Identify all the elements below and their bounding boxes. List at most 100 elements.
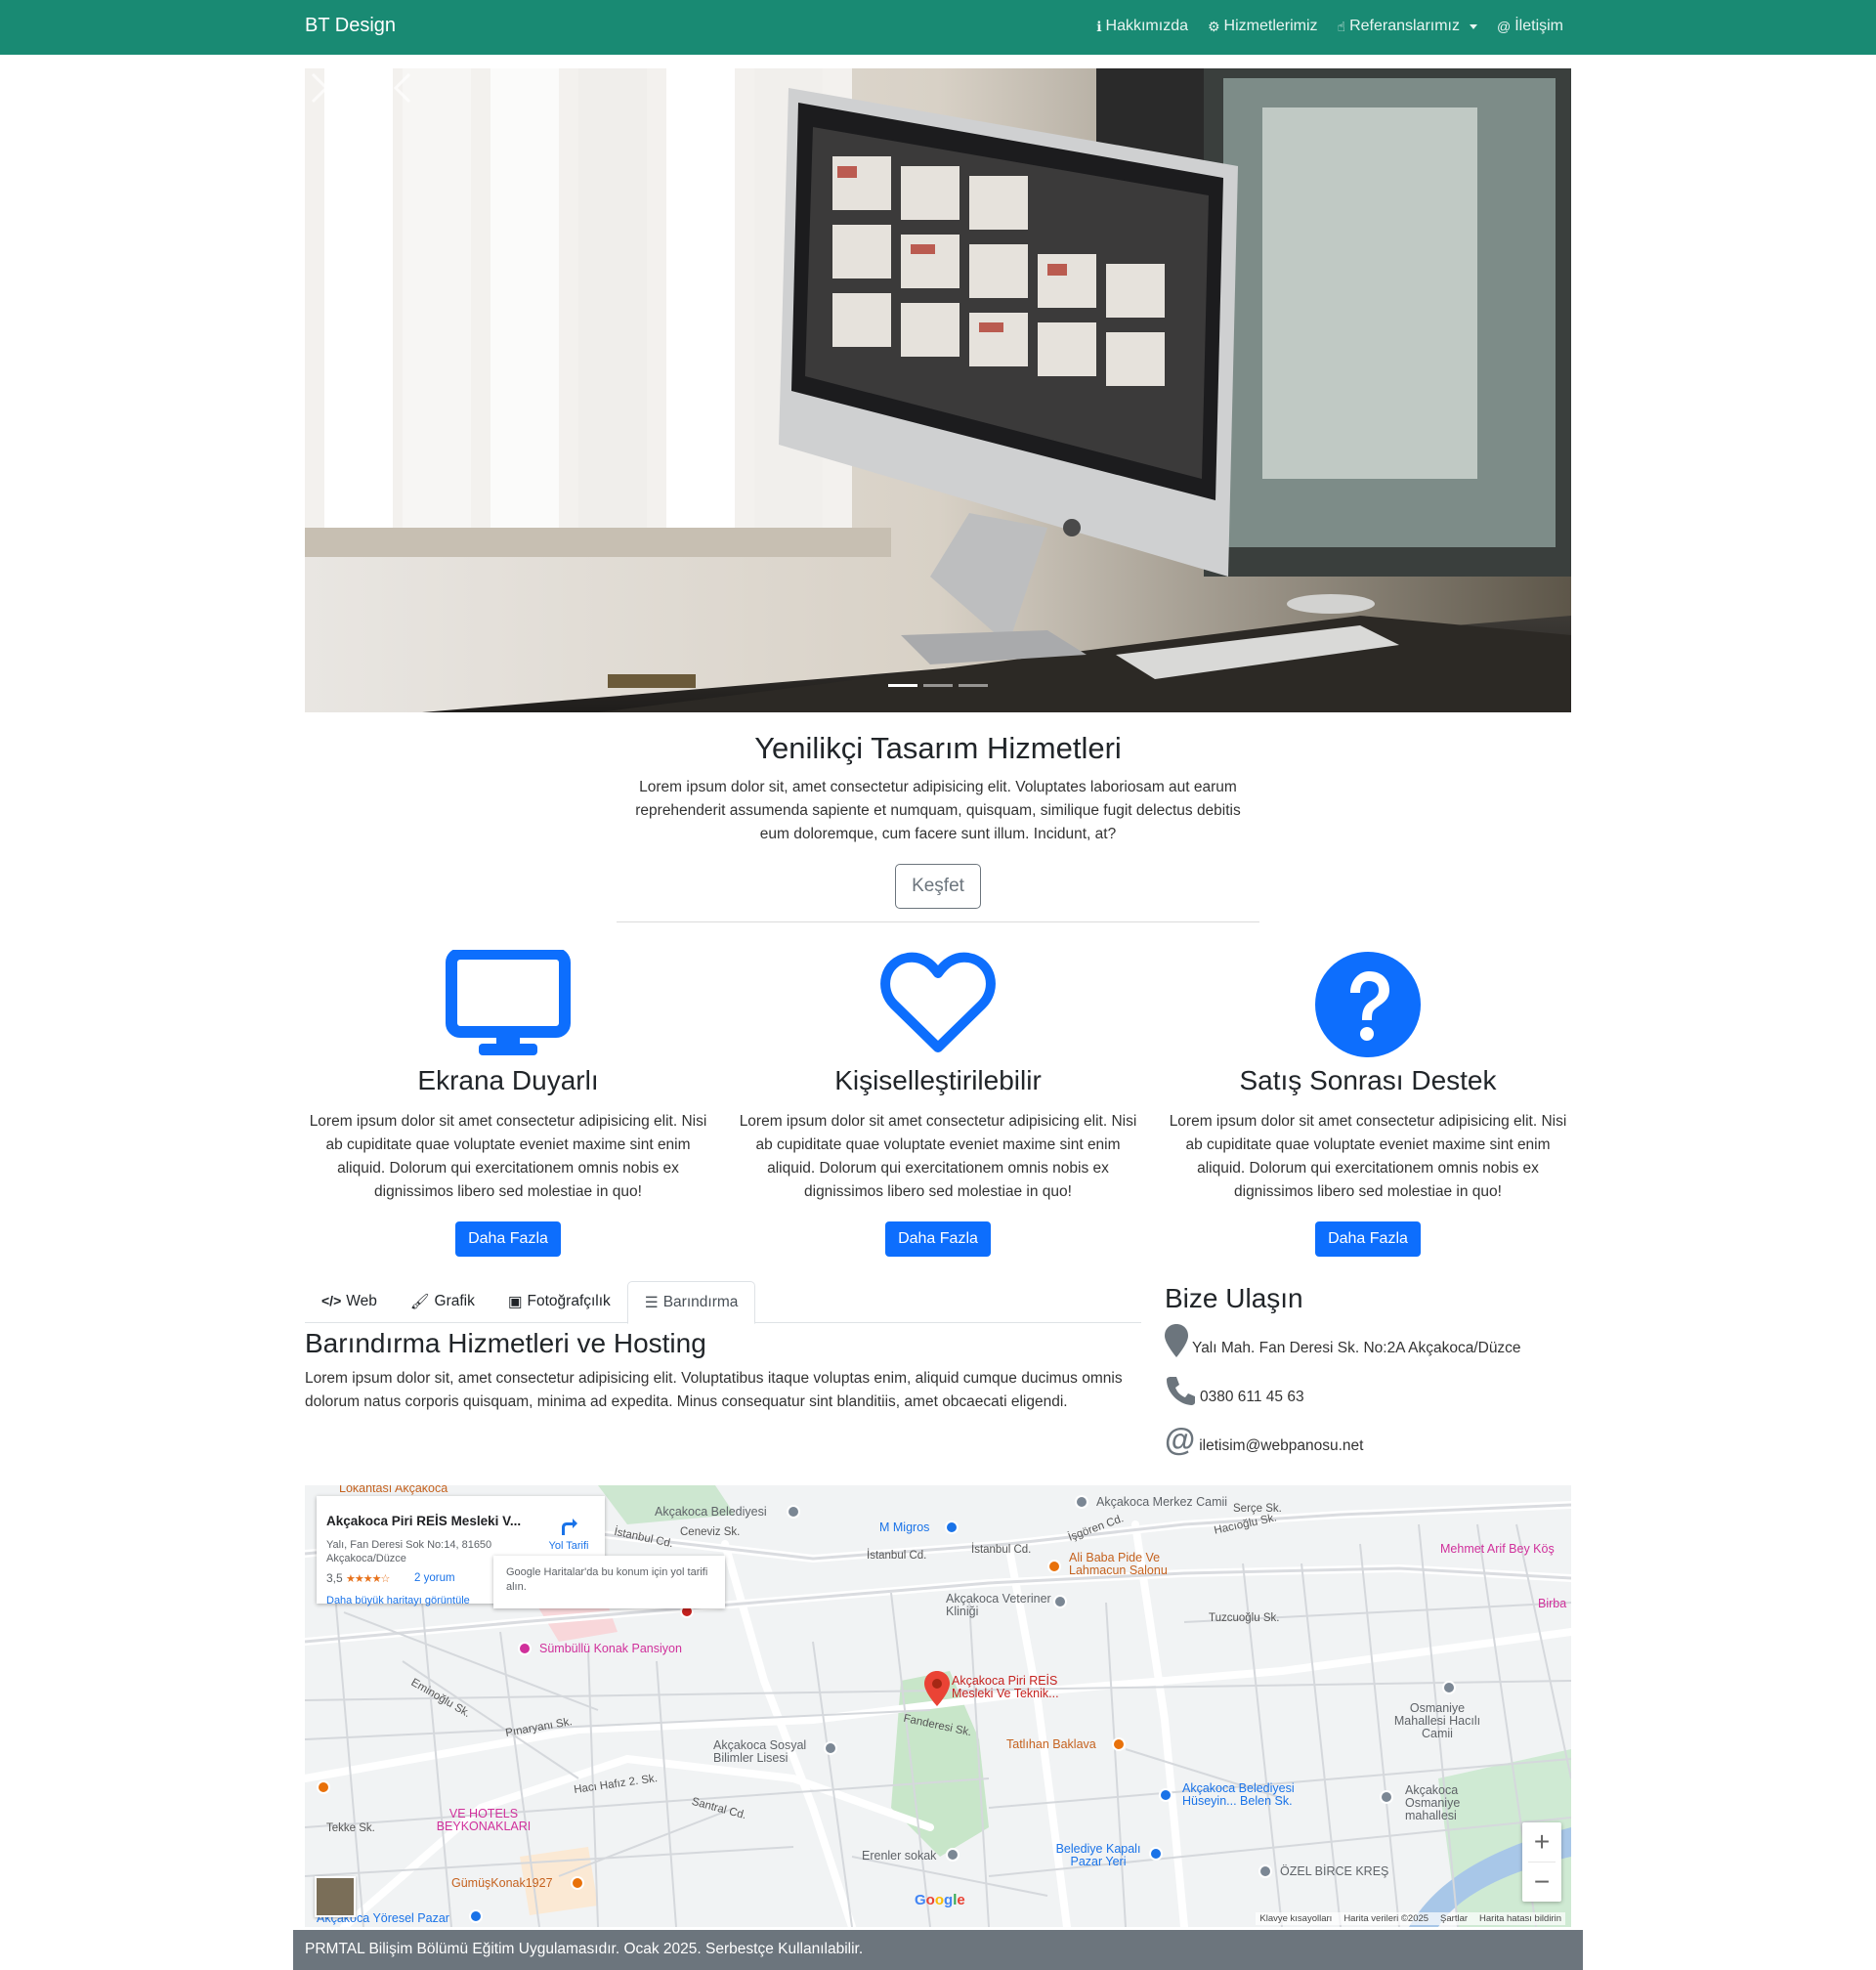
map-label: ÖZEL BİRCE KREŞ bbox=[1280, 1864, 1389, 1878]
directions-icon bbox=[562, 1519, 577, 1535]
map-poi-pin[interactable] bbox=[1149, 1847, 1163, 1861]
contact-phone-text: 0380 611 45 63 bbox=[1200, 1389, 1304, 1405]
map-marker-icon[interactable] bbox=[924, 1671, 950, 1706]
tab-grafik[interactable]: 🖌 Grafik bbox=[394, 1281, 491, 1323]
map-terms-link[interactable]: Şartlar bbox=[1440, 1913, 1468, 1924]
map-card-reviews-link[interactable]: 2 yorum bbox=[414, 1572, 455, 1584]
map-poi-pin[interactable] bbox=[824, 1741, 837, 1755]
feature-title: Satış Sonrası Destek bbox=[1239, 1065, 1497, 1095]
carousel-indicators bbox=[305, 684, 1571, 687]
kesfet-button[interactable]: Keşfet bbox=[895, 864, 981, 909]
tab-label: Web bbox=[346, 1293, 377, 1309]
zoom-out-button[interactable]: − bbox=[1522, 1863, 1561, 1902]
daha-fazla-button[interactable]: Daha Fazla bbox=[1315, 1221, 1421, 1257]
tab-web[interactable]: </> Web bbox=[305, 1281, 394, 1323]
contact-section: Bize Ulaşın Yalı Mah. Fan Deresi Sk. No:… bbox=[1165, 1283, 1571, 1455]
feature-title: Ekrana Duyarlı bbox=[417, 1065, 599, 1095]
map-card-address: Yalı, Fan Deresi Sok No:14, 81650 Akçako… bbox=[326, 1539, 492, 1564]
navbar: BT Design ℹ Hakkımızda ⚙ Hizmetlerimiz ☝… bbox=[0, 0, 1876, 55]
google-map[interactable]: Lokantası Akçakoca Akçakoca Belediyesi C… bbox=[305, 1485, 1571, 1927]
carousel-prev-arrow[interactable] bbox=[388, 68, 417, 107]
tab-fotografcilik[interactable]: ▣ Fotoğrafçılık bbox=[491, 1281, 627, 1323]
map-poi-pin[interactable] bbox=[1075, 1495, 1088, 1509]
feature-text: Lorem ipsum dolor sit amet consectetur a… bbox=[1169, 1113, 1567, 1200]
info-icon: ℹ bbox=[1096, 18, 1102, 34]
nav-link-label: İletişim bbox=[1514, 18, 1563, 34]
map-label: Akçakoca Merkez Camii bbox=[1096, 1495, 1228, 1509]
map-directions-tooltip: Google Haritalar'da bu konum için yol ta… bbox=[493, 1556, 725, 1608]
map-label: Mehmet Arif Bey Köş bbox=[1440, 1542, 1555, 1556]
tab-label: Barındırma bbox=[662, 1294, 739, 1310]
at-icon: @ bbox=[1497, 19, 1512, 34]
map-poi-pin[interactable] bbox=[571, 1876, 584, 1890]
map-data-label: Harita verileri ©2025 bbox=[1343, 1913, 1429, 1924]
contact-email: @ iletisim@webpanosu.net bbox=[1165, 1420, 1571, 1455]
map-label: Erenler sokak bbox=[862, 1849, 937, 1863]
contact-title: Bize Ulaşın bbox=[1165, 1283, 1303, 1313]
map-street-label: Tuzcuoğlu Sk. bbox=[1209, 1612, 1280, 1624]
contact-address: Yalı Mah. Fan Deresi Sk. No:2A Akçakoca/… bbox=[1165, 1322, 1571, 1357]
hero-carousel bbox=[305, 68, 1571, 712]
map-poi-pin[interactable] bbox=[946, 1848, 959, 1862]
brand-link[interactable]: BT Design bbox=[305, 15, 396, 37]
map-label: Osmaniye Mahallesi Hacılı Camii bbox=[1393, 1701, 1481, 1740]
map-card-bigger-map-link[interactable]: Daha büyük haritayı görüntüle bbox=[326, 1595, 470, 1606]
nav-link-label: Referanslarımız bbox=[1349, 18, 1460, 34]
intro-title: Yenilikçi Tasarım Hizmetleri bbox=[754, 731, 1122, 765]
daha-fazla-button[interactable]: Daha Fazla bbox=[885, 1221, 991, 1257]
map-poi-pin[interactable] bbox=[1053, 1595, 1067, 1608]
divider bbox=[617, 921, 1259, 922]
map-poi-pin[interactable] bbox=[1258, 1864, 1272, 1878]
map-poi-pin[interactable] bbox=[1047, 1560, 1061, 1573]
carousel-slide-image bbox=[305, 68, 1571, 712]
map-poi-pin[interactable] bbox=[1442, 1681, 1456, 1694]
map-keyboard-shortcuts-link[interactable]: Klavye kısayolları bbox=[1259, 1913, 1332, 1924]
intro-text: Lorem ipsum dolor sit, amet consectetur … bbox=[635, 779, 1241, 842]
map-poi-pin[interactable] bbox=[1159, 1788, 1172, 1802]
carousel-next-arrow[interactable] bbox=[305, 68, 334, 107]
carousel-indicator[interactable] bbox=[888, 684, 917, 687]
map-label: Tatlıhan Baklava bbox=[1006, 1737, 1096, 1751]
map-satellite-toggle[interactable] bbox=[315, 1876, 356, 1917]
nav-link-hakkimizda[interactable]: ℹ Hakkımızda bbox=[1096, 18, 1188, 35]
map-poi-pin[interactable] bbox=[1380, 1790, 1393, 1804]
map-poi-pin[interactable] bbox=[945, 1520, 959, 1534]
feature-text: Lorem ipsum dolor sit amet consectetur a… bbox=[739, 1113, 1137, 1200]
map-attribution: Klavye kısayolları Harita verileri ©2025… bbox=[1256, 1912, 1565, 1925]
caret-down-icon bbox=[1470, 23, 1477, 29]
map-directions-label: Yol Tarifi bbox=[548, 1540, 589, 1552]
tab-content-title: Barındırma Hizmetleri ve Hosting bbox=[305, 1328, 706, 1358]
desktop-icon bbox=[446, 950, 571, 1055]
map-directions-button[interactable]: Yol Tarifi bbox=[539, 1516, 598, 1552]
zoom-in-button[interactable]: + bbox=[1522, 1822, 1561, 1862]
nav-link-hizmetlerimiz[interactable]: ⚙ Hizmetlerimiz bbox=[1208, 18, 1318, 35]
map-label: Sümbüllü Konak Pansiyon bbox=[539, 1642, 682, 1655]
tab-barindirma[interactable]: ☰ Barındırma bbox=[626, 1281, 756, 1324]
contact-email-text[interactable]: iletisim@webpanosu.net bbox=[1199, 1437, 1363, 1455]
map-street-label: İstanbul Cd. bbox=[971, 1544, 1032, 1556]
map-card-rating: 3,5 ★★★★☆ bbox=[326, 1571, 390, 1585]
map-card-title: Akçakoca Piri REİS Mesleki V... bbox=[326, 1514, 522, 1528]
map-poi-pin[interactable] bbox=[787, 1505, 800, 1519]
nav-link-iletisim[interactable]: @ İletişim bbox=[1497, 18, 1563, 35]
map-label: Ali Baba Pide Ve Lahmacun Salonu bbox=[1069, 1551, 1168, 1577]
map-label: M Migros bbox=[879, 1520, 930, 1534]
map-label: Belediye Kapalı Pazar Yeri bbox=[1055, 1842, 1141, 1868]
map-label: VE HOTELS BEYKONAKLARI bbox=[436, 1807, 532, 1833]
map-report-link[interactable]: Harita hatası bildirin bbox=[1479, 1913, 1561, 1924]
map-poi-pin[interactable] bbox=[469, 1909, 483, 1923]
intro-section: Yenilikçi Tasarım Hizmetleri Lorem ipsum… bbox=[305, 729, 1571, 909]
map-street-label: Ceneviz Sk. bbox=[680, 1526, 741, 1538]
heart-icon bbox=[880, 952, 996, 1052]
map-poi-pin[interactable] bbox=[1112, 1737, 1126, 1751]
hand-icon: ☝ bbox=[1337, 18, 1346, 34]
server-icon: ☰ bbox=[644, 1295, 659, 1311]
code-icon: </> bbox=[321, 1293, 342, 1308]
nav-link-referanslarimiz[interactable]: ☝ Referanslarımız bbox=[1338, 18, 1477, 35]
daha-fazla-button[interactable]: Daha Fazla bbox=[455, 1221, 561, 1257]
map-poi-pin[interactable] bbox=[317, 1780, 330, 1794]
carousel-indicator[interactable] bbox=[959, 684, 988, 687]
map-poi-pin[interactable] bbox=[518, 1642, 532, 1655]
map-street-label: İstanbul Cd. bbox=[867, 1550, 927, 1562]
carousel-indicator[interactable] bbox=[923, 684, 953, 687]
